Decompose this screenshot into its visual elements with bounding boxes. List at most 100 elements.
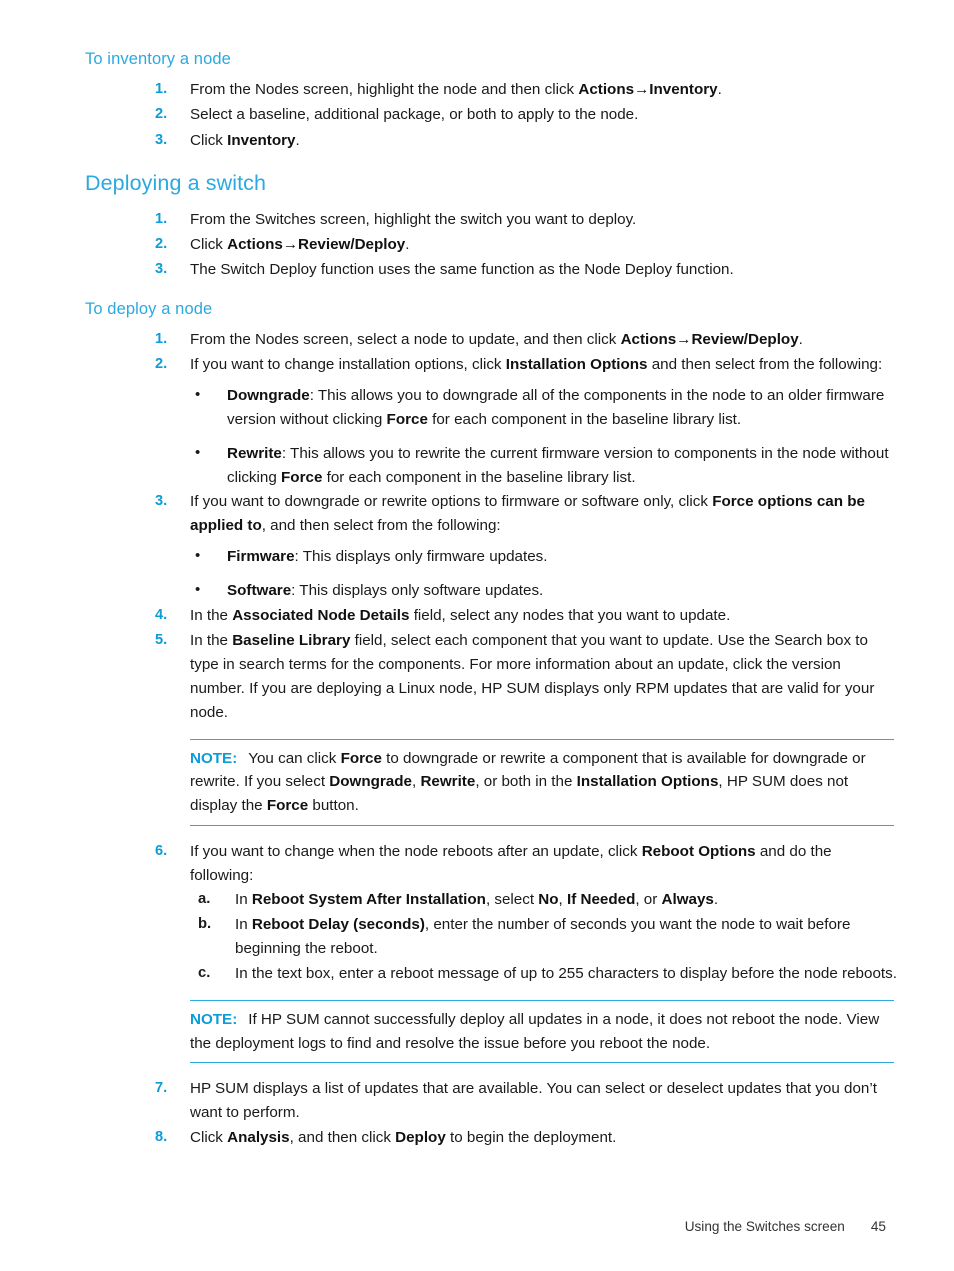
option-bullet-list: • Downgrade: This allows you to downgrade… xyxy=(190,384,897,489)
step-text: From the Nodes screen, highlight the nod… xyxy=(190,81,722,98)
emphasis-text: Force xyxy=(281,468,323,486)
substep-text: In Reboot Delay (seconds), enter the num… xyxy=(235,916,850,957)
step-text: The Switch Deploy function uses the same… xyxy=(190,261,734,278)
body-text: If HP SUM cannot successfully deploy all… xyxy=(190,1010,880,1052)
body-text: You can click xyxy=(248,749,341,767)
procedure-list: 1. From the Nodes screen, select a node t… xyxy=(85,328,897,1150)
step-number: 2. xyxy=(155,106,168,123)
emphasis-text: Software xyxy=(227,581,292,599)
body-text: for each component in the baseline libra… xyxy=(427,411,742,429)
body-text: If you want to change installation optio… xyxy=(190,356,506,374)
bullet-text: Downgrade: This allows you to downgrade … xyxy=(227,387,884,428)
emphasis-text: Deploy xyxy=(395,1129,446,1147)
body-text: to begin the deployment. xyxy=(445,1129,617,1147)
step-number: 2. xyxy=(155,356,168,373)
note-body: NOTE: You can click Force to downgrade or… xyxy=(190,747,894,818)
procedure-step: 6. If you want to change when the node re… xyxy=(85,840,897,986)
emphasis-text: Force xyxy=(266,797,309,815)
procedure-step: 7. HP SUM displays a list of updates that… xyxy=(85,1077,897,1125)
step-text: In the Associated Node Details field, se… xyxy=(190,607,730,624)
section-heading-to-deploy-a-node: To deploy a node xyxy=(85,299,213,318)
body-text: button. xyxy=(308,797,359,815)
emphasis-text: Rewrite xyxy=(227,444,282,462)
emphasis-text: Reboot Delay (seconds) xyxy=(251,915,425,933)
step-text: Select a baseline, additional package, o… xyxy=(190,106,638,123)
emphasis-text: → xyxy=(282,235,299,253)
page-footer: Using the Switches screen 45 xyxy=(0,1219,954,1234)
body-text: , select xyxy=(485,890,539,908)
step-number: 6. xyxy=(155,842,168,859)
section-heading-to-inventory-a-node: To inventory a node xyxy=(85,50,231,68)
step-text: In the Baseline Library field, select ea… xyxy=(190,632,874,721)
body-text: In the text box, enter a reboot message … xyxy=(235,964,897,982)
step-text: If you want to change installation optio… xyxy=(190,356,882,373)
body-text: In the xyxy=(190,631,233,649)
emphasis-text: No xyxy=(538,890,559,908)
body-text: Select a baseline, additional package, o… xyxy=(190,106,639,124)
emphasis-text: Downgrade xyxy=(227,387,310,405)
body-text: and then select from the following: xyxy=(647,356,883,374)
substep-item: c. In the text box, enter a reboot messag… xyxy=(190,962,897,986)
procedure-step: 2. Select a baseline, additional package,… xyxy=(85,103,897,127)
emphasis-text: Downgrade xyxy=(329,773,412,791)
substep-text: In Reboot System After Installation, sel… xyxy=(235,891,718,908)
step-text: If you want to change when the node rebo… xyxy=(190,843,832,884)
emphasis-text: Installation Options xyxy=(576,773,719,791)
body-text: : This displays only software updates. xyxy=(291,581,544,599)
note-admonition: NOTE: If HP SUM cannot successfully deplo… xyxy=(190,999,894,1064)
step-text: From the Switches screen, highlight the … xyxy=(190,211,636,228)
body-text: field, select any nodes that you want to… xyxy=(409,606,731,624)
procedure-step: 4. In the Associated Node Details field, … xyxy=(85,604,897,628)
emphasis-text: Actions xyxy=(620,331,677,349)
body-text: From the Nodes screen, select a node to … xyxy=(190,331,621,349)
document-page: To inventory a node 1. From the Nodes scre… xyxy=(0,0,954,1271)
substep-item: a. In Reboot System After Installation, s… xyxy=(190,888,897,912)
body-text: If you want to change when the node rebo… xyxy=(190,842,642,860)
body-text: The Switch Deploy function uses the same… xyxy=(190,260,734,278)
body-text: . xyxy=(713,890,719,908)
body-text: In the xyxy=(190,606,233,624)
procedure-step: 2. Click Actions→Review/Deploy. xyxy=(85,233,897,257)
step-number: 7. xyxy=(155,1080,168,1097)
substep-list: a. In Reboot System After Installation, s… xyxy=(190,888,897,986)
bullet-dot-icon: • xyxy=(195,443,201,461)
body-text: HP SUM displays a list of updates that a… xyxy=(190,1080,877,1122)
step-number: 3. xyxy=(155,493,168,510)
procedure-step: 5. In the Baseline Library field, select … xyxy=(85,629,897,725)
step-text: If you want to downgrade or rewrite opti… xyxy=(190,493,865,534)
body-text: , or both in the xyxy=(475,773,577,791)
substep-text: In the text box, enter a reboot message … xyxy=(235,965,897,982)
emphasis-text: Actions xyxy=(227,235,283,253)
body-text: . xyxy=(405,235,410,253)
emphasis-text: Review/Deploy xyxy=(298,235,406,253)
body-text: If you want to downgrade or rewrite opti… xyxy=(190,493,713,511)
emphasis-text: Review/Deploy xyxy=(691,331,799,349)
step-number: 1. xyxy=(155,331,168,348)
procedure-step: 3. Click Inventory. xyxy=(85,129,897,153)
bullet-item: • Rewrite: This allows you to rewrite the… xyxy=(190,442,897,489)
body-text: . xyxy=(798,331,803,349)
body-text: : This displays only firmware updates. xyxy=(294,548,548,566)
procedure-list: 1. From the Switches screen, highlight th… xyxy=(85,208,897,282)
body-text: . xyxy=(295,131,300,149)
substep-letter: c. xyxy=(198,964,211,981)
body-text: Click xyxy=(190,131,228,149)
emphasis-text: Rewrite xyxy=(420,773,476,791)
emphasis-text: Installation Options xyxy=(505,356,648,374)
body-text: Click xyxy=(190,1129,228,1147)
body-text: , or xyxy=(635,890,662,908)
page-content: To inventory a node 1. From the Nodes scre… xyxy=(85,50,897,1151)
step-number: 1. xyxy=(155,210,168,227)
body-text: , and then select from the following: xyxy=(261,517,501,535)
body-text: In xyxy=(235,890,252,908)
option-bullet-list: • Firmware: This displays only firmware u… xyxy=(190,545,897,602)
step-text: HP SUM displays a list of updates that a… xyxy=(190,1080,877,1121)
body-text: Click xyxy=(190,235,228,253)
step-number: 1. xyxy=(155,81,168,98)
step-number: 5. xyxy=(155,631,168,648)
bullet-dot-icon: • xyxy=(195,547,201,565)
body-text: In xyxy=(235,915,252,933)
